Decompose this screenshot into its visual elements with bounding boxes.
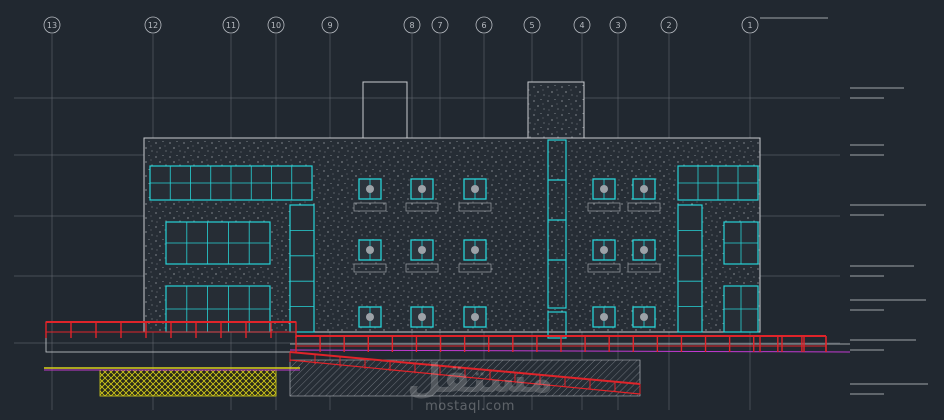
grid-axis-label: 1 <box>747 21 752 30</box>
level-markers <box>760 17 928 395</box>
grid-axis-label: 11 <box>226 21 236 30</box>
curtain-wall <box>677 204 703 333</box>
window <box>358 306 382 328</box>
curtain-wall <box>149 165 313 201</box>
grid-axis-label: 12 <box>148 21 158 30</box>
grid-axis-label: 3 <box>615 21 620 30</box>
grid-axis-label: 10 <box>271 21 281 30</box>
grid-axis-label: 8 <box>409 21 414 30</box>
elevation-drawing: 13 12 11 10 9 8 7 6 5 4 3 2 1 <box>14 16 928 410</box>
window <box>632 306 656 328</box>
drawing-viewport[interactable]: 13 12 11 10 9 8 7 6 5 4 3 2 1 مستقل most… <box>0 0 944 420</box>
window <box>463 306 487 328</box>
window <box>592 306 616 328</box>
grid-axis-label: 4 <box>579 21 584 30</box>
grid-axis-label: 5 <box>529 21 534 30</box>
grid-axis-label: 6 <box>481 21 486 30</box>
grid-axis-label: 9 <box>327 21 332 30</box>
curtain-wall <box>723 285 759 333</box>
window <box>410 306 434 328</box>
grid-axis-label: 2 <box>666 21 671 30</box>
grid-axis-label: 13 <box>47 21 57 30</box>
curtain-wall <box>165 221 271 265</box>
curtain-wall <box>165 285 271 333</box>
ground-structure <box>44 321 851 397</box>
grid-axis-label: 7 <box>437 21 442 30</box>
curtain-wall <box>723 221 759 265</box>
curtain-wall <box>677 165 759 201</box>
curtain-wall <box>289 204 315 333</box>
